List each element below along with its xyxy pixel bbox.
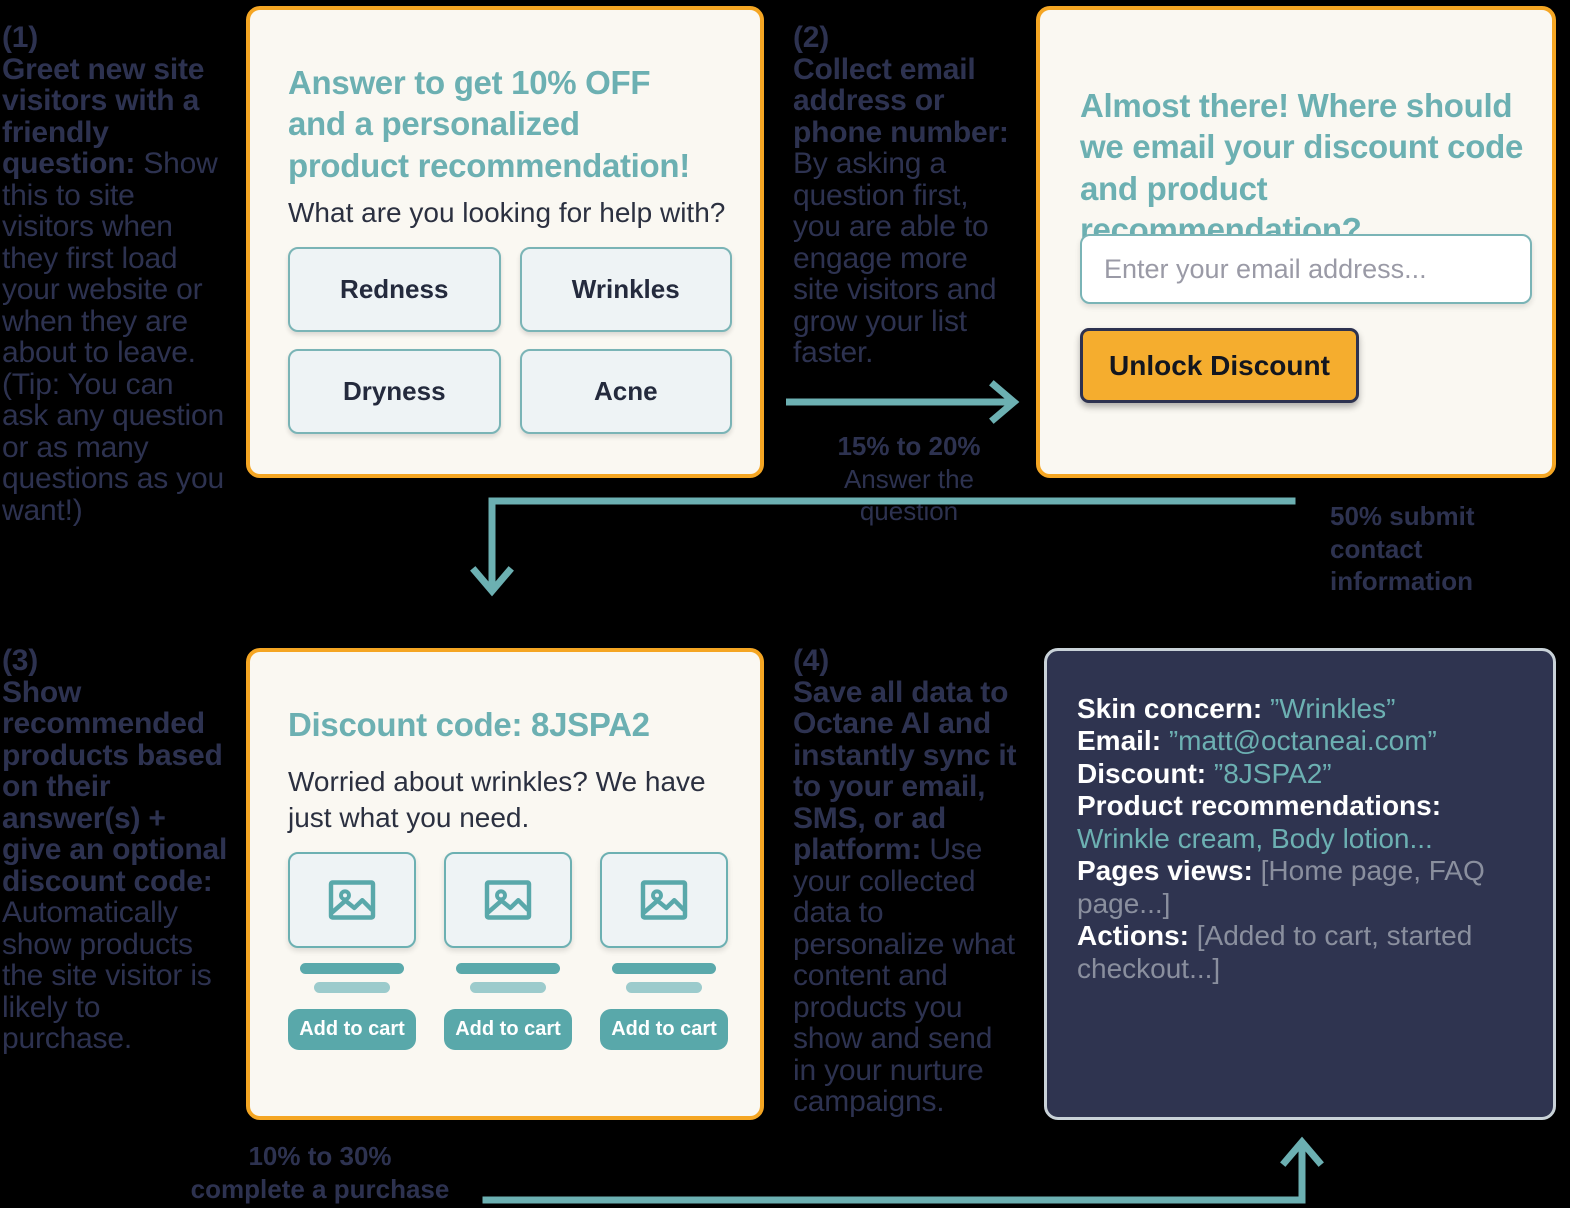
- data-value: ”Wrinkles”: [1269, 693, 1396, 724]
- flow-3-4-arrow: [470, 1128, 1340, 1208]
- product-price-skeleton: [626, 982, 702, 993]
- question-card-title: Answer to get 10% OFF and a personalized…: [288, 64, 690, 184]
- data-row-product-recommendations: Product recommendations: Wrinkle cream, …: [1077, 790, 1523, 855]
- unlock-discount-button[interactable]: Unlock Discount: [1080, 328, 1359, 403]
- data-label: Actions:: [1077, 920, 1189, 952]
- step-4-lead: Save all data to Octane AI and instantly…: [793, 675, 1017, 866]
- flow-2-3-percent: 50% submit: [1330, 501, 1475, 531]
- data-row-discount: Discount: ”8JSPA2”: [1077, 758, 1523, 790]
- data-label: Pages views:: [1077, 855, 1253, 887]
- image-placeholder-icon: [328, 880, 376, 920]
- question-options-grid: Redness Wrinkles Dryness Acne: [288, 247, 732, 434]
- data-value: ”matt@octaneai.com”: [1168, 725, 1437, 757]
- product-card-subtitle: Worried about wrinkles? We have just wha…: [288, 766, 706, 833]
- add-to-cart-button[interactable]: Add to cart: [444, 1009, 572, 1050]
- step-4-number: (4): [793, 644, 830, 677]
- option-button-acne[interactable]: Acne: [519, 349, 732, 434]
- data-row-actions: Actions: [Added to cart, started checkou…: [1077, 920, 1523, 985]
- option-button-wrinkles[interactable]: Wrinkles: [519, 247, 732, 332]
- data-value: ”8JSPA2”: [1213, 757, 1332, 789]
- data-label: Product recommendations:: [1077, 790, 1442, 822]
- product-tile[interactable]: Add to cart: [600, 852, 728, 1050]
- email-input[interactable]: Enter your email address...: [1080, 234, 1532, 304]
- flow-2-3-text: contact information: [1330, 533, 1473, 597]
- image-placeholder-icon: [640, 880, 688, 920]
- add-to-cart-label: Add to cart: [299, 1018, 405, 1040]
- email-capture-card: Almost there! Where should we email your…: [1036, 6, 1556, 478]
- data-row-pages-views: Pages views: [Home page, FAQ page...]: [1077, 855, 1523, 920]
- step-2-annotation: (2) Collect email address or phone number…: [793, 22, 1021, 369]
- flow-3-4-label: 10% to 30% complete a purchase: [170, 1140, 470, 1205]
- step-3-lead: Show recommended products based on their…: [2, 675, 228, 898]
- step-2-lead: Collect email address or phone number:: [793, 52, 1009, 149]
- product-tile[interactable]: Add to cart: [444, 852, 572, 1050]
- data-label: Email:: [1077, 725, 1162, 757]
- option-label: Wrinkles: [571, 274, 680, 304]
- data-row-email: Email: ”matt@octaneai.com”: [1077, 725, 1523, 757]
- add-to-cart-label: Add to cart: [455, 1018, 561, 1040]
- step-1-body: Show this to site visitors when they fir…: [2, 147, 224, 527]
- add-to-cart-button[interactable]: Add to cart: [288, 1009, 416, 1050]
- option-button-dryness[interactable]: Dryness: [288, 349, 501, 434]
- product-tile[interactable]: Add to cart: [288, 852, 416, 1050]
- product-image-placeholder: [444, 852, 572, 948]
- step-2-body: By asking a question first, you are able…: [793, 147, 997, 369]
- flow-1-2-arrow: [786, 380, 1030, 424]
- data-value: Wrinkle cream, Body lotion...: [1077, 822, 1433, 854]
- add-to-cart-button[interactable]: Add to cart: [600, 1009, 728, 1050]
- step-3-body: Automatically show products the site vis…: [2, 896, 212, 1055]
- data-label: Skin concern:: [1077, 693, 1263, 724]
- flow-3-4-text: complete a purchase: [190, 1173, 450, 1204]
- product-recommendation-card: Discount code: 8JSPA2 Worried about wrin…: [246, 648, 764, 1120]
- data-label: Discount:: [1077, 757, 1207, 789]
- flow-2-3-arrow: [470, 495, 1310, 613]
- product-title-skeleton: [612, 963, 716, 974]
- step-3-number: (3): [2, 644, 39, 677]
- data-row-skin-concern: Skin concern: ”Wrinkles”: [1077, 693, 1523, 725]
- question-card-subtitle: What are you looking for help with?: [288, 197, 726, 228]
- flow-3-4-percent: 10% to 30%: [248, 1141, 392, 1171]
- product-price-skeleton: [314, 982, 390, 993]
- step-1-number: (1): [2, 21, 39, 54]
- option-label: Acne: [593, 376, 658, 406]
- option-label: Dryness: [342, 376, 446, 406]
- step-4-annotation: (4) Save all data to Octane AI and instan…: [793, 645, 1021, 1118]
- step-3-annotation: (3) Show recommended products based on th…: [2, 645, 228, 1055]
- option-label: Redness: [340, 274, 449, 304]
- collected-data-panel: Skin concern: ”Wrinkles” Email: ”matt@oc…: [1044, 648, 1556, 1120]
- flow-1-2-percent: 15% to 20%: [837, 431, 981, 461]
- step-4-body: Use your collected data to personalize w…: [793, 833, 1015, 1118]
- product-title-skeleton: [456, 963, 560, 974]
- product-image-placeholder: [288, 852, 416, 948]
- image-placeholder-icon: [484, 880, 532, 920]
- option-button-redness[interactable]: Redness: [288, 247, 501, 332]
- product-price-skeleton: [470, 982, 546, 993]
- product-title-skeleton: [300, 963, 404, 974]
- discount-code-title: Discount code: 8JSPA2: [288, 706, 650, 743]
- email-input-placeholder: Enter your email address...: [1104, 253, 1427, 284]
- step-2-number: (2): [793, 21, 830, 54]
- add-to-cart-label: Add to cart: [611, 1018, 717, 1040]
- email-card-title: Almost there! Where should we email your…: [1080, 87, 1524, 248]
- step-1-annotation: (1) Greet new site visitors with a friend…: [2, 22, 226, 526]
- product-list: Add to cart Add to cart Add to cart: [288, 852, 728, 1050]
- product-image-placeholder: [600, 852, 728, 948]
- flow-2-3-label: 50% submit contact information: [1330, 500, 1560, 598]
- unlock-discount-label: Unlock Discount: [1109, 349, 1330, 381]
- question-card: Answer to get 10% OFF and a personalized…: [246, 6, 764, 478]
